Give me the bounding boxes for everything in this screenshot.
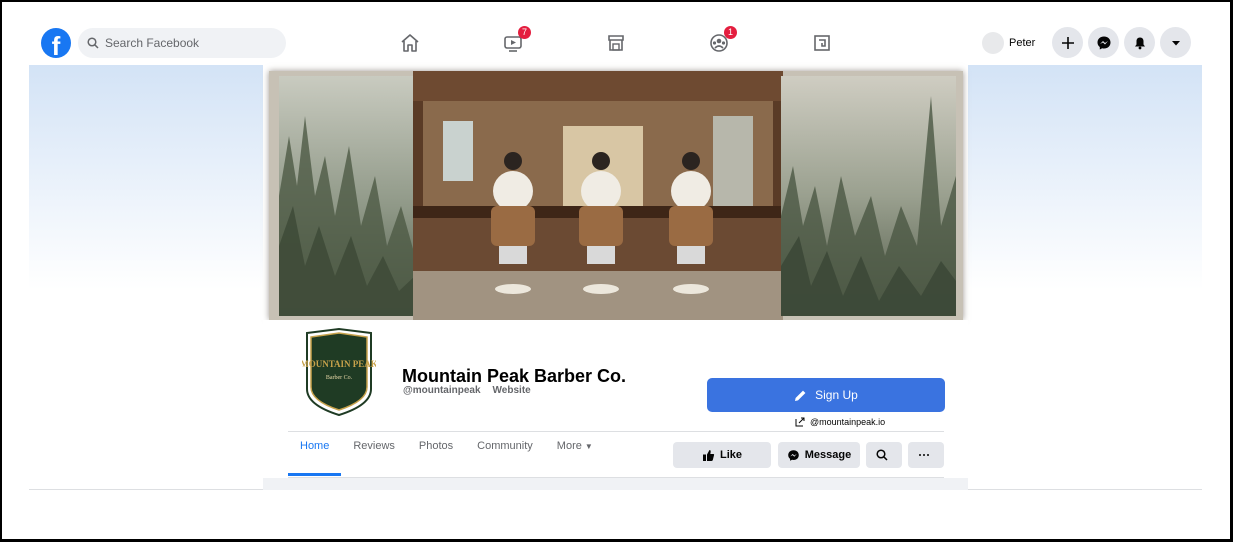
gaming-nav-icon[interactable]	[810, 31, 834, 55]
logo-subtext: Barber Co.	[326, 375, 353, 381]
logo-text: MOUNTAIN PEAK	[302, 359, 376, 369]
messenger-icon	[1097, 36, 1110, 49]
plus-icon	[1061, 36, 1074, 49]
profile-name: Peter	[1009, 37, 1036, 49]
message-button[interactable]: Message	[778, 442, 860, 468]
bell-icon	[1134, 37, 1145, 49]
watch-nav-icon[interactable]: 7	[501, 26, 531, 55]
more-options-button[interactable]	[908, 442, 944, 468]
forest-right-image	[781, 76, 956, 316]
message-label: Message	[804, 449, 852, 461]
like-label: Like	[719, 449, 742, 461]
website-link-text: @mountainpeak.io	[810, 417, 886, 427]
watch-notification-badge: 7	[518, 26, 531, 39]
sign-up-button[interactable]: Sign Up	[707, 378, 945, 412]
content-area-top	[263, 478, 968, 490]
facebook-logo-icon[interactable]: f	[41, 28, 71, 58]
tab-home[interactable]: Home	[288, 440, 342, 476]
search-box[interactable]	[78, 28, 286, 58]
forest-left-image	[279, 76, 415, 316]
background-gradient-right	[968, 65, 1202, 290]
tab-community[interactable]: Community	[465, 440, 545, 470]
search-icon	[875, 449, 888, 461]
tabs-divider	[288, 431, 944, 432]
create-button[interactable]	[1052, 27, 1083, 58]
barbershop-image	[413, 71, 783, 320]
home-nav-icon[interactable]	[398, 31, 422, 55]
caret-down-icon	[1171, 40, 1180, 45]
tab-more-label: More	[556, 440, 582, 452]
page-tabs: Home Reviews Photos Community More ▼	[288, 440, 605, 477]
messenger-button[interactable]	[1088, 27, 1119, 58]
website-label[interactable]: Website	[493, 385, 531, 396]
search-input[interactable]	[103, 35, 277, 51]
account-menu-button[interactable]	[1160, 27, 1191, 58]
sign-up-label: Sign Up	[815, 388, 858, 402]
tab-more[interactable]: More ▼	[545, 440, 605, 470]
like-button[interactable]: Like	[673, 442, 771, 468]
tab-reviews[interactable]: Reviews	[341, 440, 407, 470]
search-icon	[87, 37, 99, 49]
ellipsis-icon	[918, 454, 929, 456]
profile-shortcut[interactable]: Peter	[982, 32, 1035, 54]
notifications-button[interactable]	[1124, 27, 1155, 58]
caret-down-icon: ▼	[584, 442, 593, 451]
cover-photo[interactable]	[269, 71, 963, 320]
page-title: Mountain Peak Barber Co.	[402, 366, 627, 386]
messenger-icon	[787, 449, 799, 461]
page-handle: @mountainpeak	[403, 385, 481, 396]
background-gradient-left	[29, 65, 263, 290]
external-link-icon	[795, 417, 805, 427]
page-logo[interactable]: MOUNTAIN PEAK Barber Co.	[300, 327, 378, 417]
website-link[interactable]: @mountainpeak.io	[795, 417, 885, 427]
groups-nav-icon[interactable]: 1	[707, 26, 737, 55]
thumbs-up-icon	[702, 449, 715, 461]
pencil-icon	[795, 390, 806, 401]
top-navigation-bar: f 7 1 Peter	[29, 22, 1202, 65]
page-meta: @mountainpeak Website	[403, 385, 531, 396]
tab-photos[interactable]: Photos	[407, 440, 465, 470]
avatar	[982, 32, 1004, 54]
marketplace-nav-icon[interactable]	[604, 31, 628, 55]
page-search-button[interactable]	[866, 442, 902, 468]
groups-notification-badge: 1	[724, 26, 737, 39]
